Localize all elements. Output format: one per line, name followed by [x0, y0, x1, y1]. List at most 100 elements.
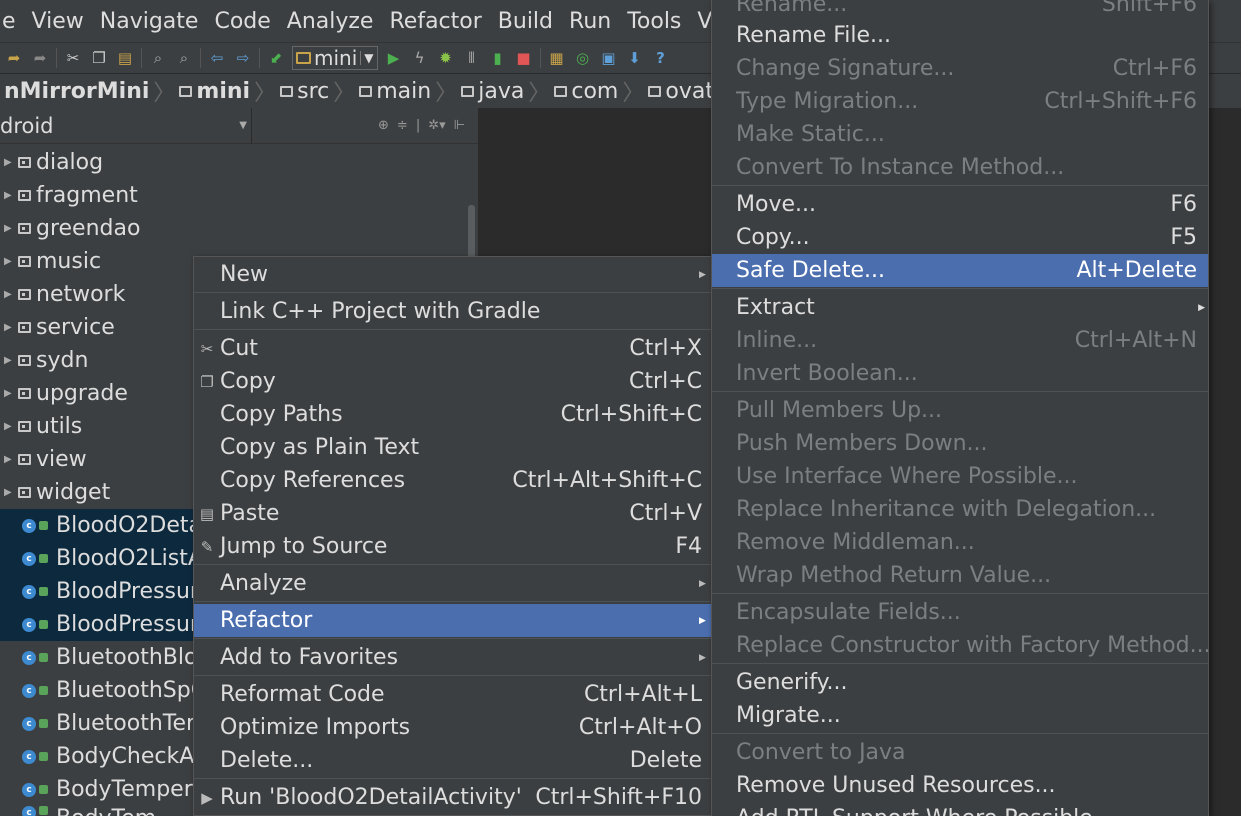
refactor-make-static[interactable]: Make Static...: [712, 118, 1208, 151]
ctx-item-reformat-code[interactable]: Reformat Code Ctrl+Alt+L: [194, 678, 711, 711]
ctx-item-optimize-imports[interactable]: Optimize Imports Ctrl+Alt+O: [194, 711, 711, 744]
sync-gradle-icon[interactable]: ▦: [547, 48, 567, 68]
debug-icon[interactable]: ✹: [436, 48, 456, 68]
refactor-inline[interactable]: Inline... Ctrl+Alt+N: [712, 324, 1208, 357]
refactor-move[interactable]: Move... F6: [712, 188, 1208, 221]
copy-icon[interactable]: ❐: [89, 48, 109, 68]
stop-icon[interactable]: ■: [514, 48, 534, 68]
ctx-item-paste[interactable]: ▤ Paste Ctrl+V: [194, 497, 711, 530]
refactor-type-migration[interactable]: Type Migration... Ctrl+Shift+F6: [712, 85, 1208, 118]
make-project-icon[interactable]: ⬋: [266, 48, 286, 68]
profile-icon[interactable]: ⫴: [462, 48, 482, 68]
expand-arrow-icon[interactable]: ▶: [4, 289, 18, 300]
forward-icon[interactable]: ➦: [30, 48, 50, 68]
ctx-item-cut[interactable]: ✂ Cut Ctrl+X: [194, 332, 711, 365]
refactor-copy[interactable]: Copy... F5: [712, 221, 1208, 254]
nav-back-icon[interactable]: ⇦: [207, 48, 227, 68]
refactor-change-signature[interactable]: Change Signature... Ctrl+F6: [712, 52, 1208, 85]
refactor-pull-members-up[interactable]: Pull Members Up...: [712, 394, 1208, 427]
project-view-selector[interactable]: droid ▼: [0, 107, 252, 144]
menu-separator: [712, 593, 1208, 594]
apply-changes-icon[interactable]: ϟ: [410, 48, 430, 68]
refactor-replace-inheritance[interactable]: Replace Inheritance with Delegation...: [712, 493, 1208, 526]
breadcrumb-main[interactable]: main: [355, 79, 435, 104]
menu-refactor[interactable]: Refactor: [381, 9, 489, 34]
tree-package-dialog[interactable]: ▶ dialog: [0, 146, 478, 179]
download-icon[interactable]: ⬇: [625, 48, 645, 68]
ctx-item-copy-paths[interactable]: Copy Paths Ctrl+Shift+C: [194, 398, 711, 431]
nav-forward-icon[interactable]: ⇨: [233, 48, 253, 68]
menu-analyze[interactable]: Analyze: [279, 9, 382, 34]
refactor-migrate[interactable]: Migrate...: [712, 699, 1208, 732]
refactor-rename-file[interactable]: Rename File...: [712, 19, 1208, 52]
refactor-rename[interactable]: Rename... Shift+F6: [712, 0, 1208, 21]
expand-arrow-icon[interactable]: ▶: [4, 256, 18, 267]
menu-tools[interactable]: Tools: [619, 9, 689, 34]
ctx-item-jump-to-source[interactable]: ✎ Jump to Source F4: [194, 530, 711, 563]
refactor-convert-instance-method[interactable]: Convert To Instance Method...: [712, 151, 1208, 184]
refactor-generify[interactable]: Generify...: [712, 666, 1208, 699]
cut-icon[interactable]: ✂: [63, 48, 83, 68]
expand-arrow-icon[interactable]: ▶: [4, 322, 18, 333]
ctx-item-analyze[interactable]: Analyze ▶: [194, 567, 711, 600]
expand-arrow-icon[interactable]: ▶: [4, 388, 18, 399]
breadcrumb-com[interactable]: com: [550, 79, 622, 104]
panel-toolbar: ⊕ ≑ | ✲▾ ⊩: [252, 118, 465, 133]
run-config-selector[interactable]: mini ▼: [292, 46, 378, 70]
menu-edit[interactable]: e: [0, 9, 24, 34]
refactor-push-members-down[interactable]: Push Members Down...: [712, 427, 1208, 460]
ctx-item-run[interactable]: ▶ Run 'BloodO2DetailActivity' Ctrl+Shift+F…: [194, 781, 711, 814]
refactor-replace-constructor[interactable]: Replace Constructor with Factory Method.…: [712, 629, 1208, 662]
expand-arrow-icon[interactable]: ▶: [4, 223, 18, 234]
expand-arrow-icon[interactable]: ▶: [4, 157, 18, 168]
ctx-item-refactor[interactable]: Refactor ▶: [194, 604, 711, 637]
sdk-manager-icon[interactable]: ▣: [599, 48, 619, 68]
ctx-item-link-cpp[interactable]: Link C++ Project with Gradle: [194, 295, 711, 328]
refactor-invert-boolean[interactable]: Invert Boolean...: [712, 357, 1208, 390]
hide-panel-icon[interactable]: ⊩: [454, 118, 465, 133]
ctx-item-delete[interactable]: Delete... Delete: [194, 744, 711, 777]
ctx-item-add-to-favorites[interactable]: Add to Favorites ▶: [194, 641, 711, 674]
help-icon[interactable]: ?: [651, 48, 671, 68]
gear-icon[interactable]: ✲▾: [428, 118, 445, 133]
ctx-item-copy-plain-text[interactable]: Copy as Plain Text: [194, 431, 711, 464]
replace-icon[interactable]: ⌕: [174, 48, 194, 68]
refactor-encapsulate-fields[interactable]: Encapsulate Fields...: [712, 596, 1208, 629]
folder-icon: [461, 85, 475, 97]
paste-icon[interactable]: ▤: [115, 48, 135, 68]
refactor-safe-delete[interactable]: Safe Delete... Alt+Delete: [712, 254, 1208, 287]
refactor-wrap-return-value[interactable]: Wrap Method Return Value...: [712, 559, 1208, 592]
back-icon[interactable]: ➦: [4, 48, 24, 68]
ctx-item-copy[interactable]: ❐ Copy Ctrl+C: [194, 365, 711, 398]
refactor-add-rtl-support[interactable]: Add RTL Support Where Possible...: [712, 802, 1208, 816]
avd-manager-icon[interactable]: ◎: [573, 48, 593, 68]
expand-arrow-icon[interactable]: ▶: [4, 421, 18, 432]
collapse-all-icon[interactable]: ≑: [397, 118, 408, 133]
breadcrumb-module[interactable]: mini: [175, 79, 254, 104]
expand-arrow-icon[interactable]: ▶: [4, 487, 18, 498]
find-icon[interactable]: ⌕: [148, 48, 168, 68]
menu-build[interactable]: Build: [490, 9, 561, 34]
menu-navigate[interactable]: Navigate: [92, 9, 207, 34]
locate-icon[interactable]: ⊕: [378, 118, 389, 133]
ctx-item-copy-references[interactable]: Copy References Ctrl+Alt+Shift+C: [194, 464, 711, 497]
expand-arrow-icon[interactable]: ▶: [4, 190, 18, 201]
expand-arrow-icon[interactable]: ▶: [4, 454, 18, 465]
run-icon[interactable]: ▶: [384, 48, 404, 68]
tree-package-fragment[interactable]: ▶ fragment: [0, 179, 478, 212]
refactor-remove-unused-resources[interactable]: Remove Unused Resources...: [712, 769, 1208, 802]
menu-code[interactable]: Code: [206, 9, 278, 34]
breadcrumb-project[interactable]: nMirrorMini: [0, 79, 153, 104]
menu-run[interactable]: Run: [561, 9, 619, 34]
refactor-use-interface[interactable]: Use Interface Where Possible...: [712, 460, 1208, 493]
attach-debugger-icon[interactable]: ▮: [488, 48, 508, 68]
menu-view[interactable]: View: [24, 9, 92, 34]
breadcrumb-src[interactable]: src: [276, 79, 333, 104]
refactor-remove-middleman[interactable]: Remove Middleman...: [712, 526, 1208, 559]
ctx-item-new[interactable]: New ▶: [194, 258, 711, 291]
refactor-convert-to-java[interactable]: Convert to Java: [712, 736, 1208, 769]
tree-package-greendao[interactable]: ▶ greendao: [0, 212, 478, 245]
breadcrumb-java[interactable]: java: [457, 79, 528, 104]
refactor-extract[interactable]: Extract ▶: [712, 291, 1208, 324]
expand-arrow-icon[interactable]: ▶: [4, 355, 18, 366]
